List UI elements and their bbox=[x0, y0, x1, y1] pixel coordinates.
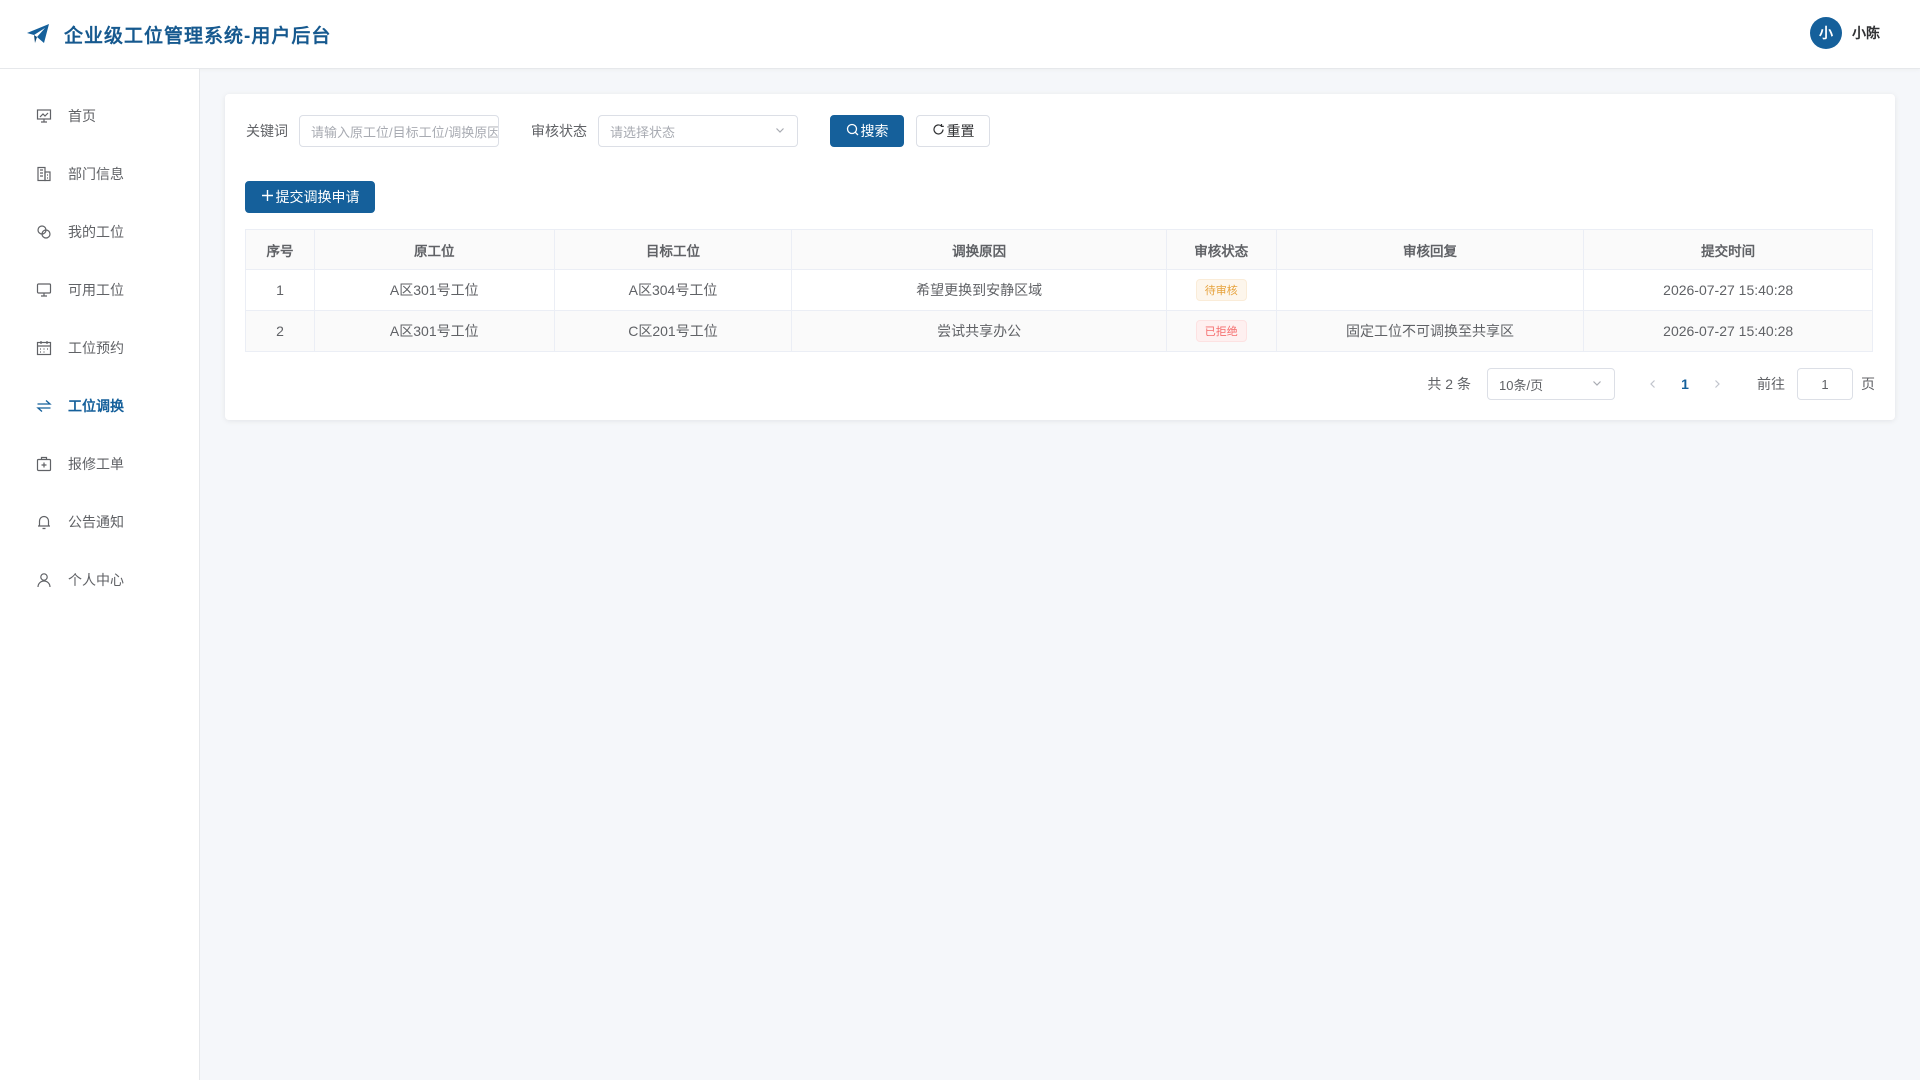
chevron-right-icon bbox=[1715, 380, 1720, 388]
sidebar-item-label: 可用工位 bbox=[68, 282, 124, 298]
sidebar: 首页 部门信息 我的工位 可用工位 工位预约 工位调换 报修工单 公告通知 个人… bbox=[0, 69, 200, 1080]
sidebar-item-seat-swap[interactable]: 工位调换 bbox=[0, 377, 199, 435]
column-header: 审核状态 bbox=[1167, 230, 1277, 269]
table-row[interactable]: 1 A区301号工位 A区304号工位 希望更换到安静区域 待审核 2026-0… bbox=[246, 270, 1872, 311]
status-select[interactable]: 请选择状态 bbox=[598, 115, 798, 147]
keyword-placeholder: 请输入原工位/目标工位/调换原因 bbox=[311, 124, 499, 140]
sidebar-item-home[interactable]: 首页 bbox=[0, 87, 199, 145]
cell-time: 2026-07-27 15:40:28 bbox=[1663, 282, 1794, 298]
seat-icon bbox=[35, 224, 52, 241]
status-badge: 待审核 bbox=[1195, 279, 1247, 301]
user-menu[interactable]: 小 小陈 bbox=[1810, 17, 1880, 49]
goto-page-value: 1 bbox=[1821, 376, 1829, 392]
cell-reason: 尝试共享办公 bbox=[792, 311, 1167, 351]
next-page-button[interactable] bbox=[1701, 368, 1733, 400]
status-placeholder: 请选择状态 bbox=[610, 124, 676, 140]
page-unit-label: 页 bbox=[1861, 376, 1875, 392]
total-count: 共 2 条 bbox=[1427, 376, 1471, 392]
sidebar-item-available-seats[interactable]: 可用工位 bbox=[0, 261, 199, 319]
filter-bar: 关键词 请输入原工位/目标工位/调换原因 审核状态 请选择状态 搜索 重置 bbox=[246, 115, 990, 147]
sidebar-item-label: 公告通知 bbox=[68, 514, 124, 530]
reset-button-label: 重置 bbox=[946, 123, 975, 139]
sidebar-item-department[interactable]: 部门信息 bbox=[0, 145, 199, 203]
sidebar-item-repair[interactable]: 报修工单 bbox=[0, 435, 199, 493]
dashboard-icon bbox=[35, 108, 52, 125]
reset-button[interactable]: 重置 bbox=[916, 115, 990, 147]
repair-kit-icon bbox=[35, 456, 52, 473]
sidebar-item-label: 工位调换 bbox=[68, 398, 124, 414]
cell-status: 已拒绝 bbox=[1167, 311, 1277, 351]
top-header: 企业级工位管理系统-用户后台 小 小陈 bbox=[0, 0, 1920, 69]
status-label: 审核状态 bbox=[531, 123, 587, 139]
swap-icon bbox=[35, 398, 52, 415]
chevron-down-icon bbox=[1591, 377, 1603, 392]
monitor-icon bbox=[35, 282, 52, 299]
keyword-input[interactable]: 请输入原工位/目标工位/调换原因 bbox=[299, 115, 499, 147]
submit-swap-request-button[interactable]: 提交调换申请 bbox=[245, 181, 375, 213]
cell-reply bbox=[1277, 270, 1585, 310]
cell-from-seat: A区301号工位 bbox=[315, 311, 555, 351]
cell-index: 1 bbox=[246, 270, 315, 310]
goto-label: 前往 bbox=[1757, 376, 1785, 392]
chevron-left-icon bbox=[1650, 380, 1655, 388]
sidebar-item-profile[interactable]: 个人中心 bbox=[0, 551, 199, 609]
cell-to-seat: C区201号工位 bbox=[555, 311, 793, 351]
search-button[interactable]: 搜索 bbox=[830, 115, 904, 147]
main-card: 关键词 请输入原工位/目标工位/调换原因 审核状态 请选择状态 搜索 重置 提交… bbox=[225, 94, 1895, 420]
column-header: 目标工位 bbox=[555, 230, 793, 269]
column-header: 原工位 bbox=[315, 230, 555, 269]
pagination: 共 2 条 10条/页 1 前往 1 页 bbox=[1427, 368, 1875, 400]
table-header: 序号 原工位 目标工位 调换原因 审核状态 审核回复 提交时间 bbox=[246, 230, 1872, 270]
sidebar-item-notice[interactable]: 公告通知 bbox=[0, 493, 199, 551]
status-badge: 已拒绝 bbox=[1195, 320, 1247, 342]
sidebar-item-label: 首页 bbox=[68, 108, 96, 124]
app-title: 企业级工位管理系统-用户后台 bbox=[64, 25, 332, 47]
page-size-select[interactable]: 10条/页 bbox=[1487, 368, 1615, 400]
column-header: 调换原因 bbox=[792, 230, 1167, 269]
goto-page-input[interactable]: 1 bbox=[1797, 368, 1853, 400]
cell-time: 2026-07-27 15:40:28 bbox=[1663, 323, 1794, 339]
user-name[interactable]: 小陈 bbox=[1852, 23, 1880, 43]
cell-to-seat: A区304号工位 bbox=[555, 270, 793, 310]
user-icon bbox=[35, 572, 52, 589]
calendar-icon bbox=[35, 340, 52, 357]
swap-requests-table: 序号 原工位 目标工位 调换原因 审核状态 审核回复 提交时间 1 A区301号… bbox=[245, 229, 1873, 352]
submit-swap-request-label: 提交调换申请 bbox=[275, 189, 360, 205]
column-header: 提交时间 bbox=[1701, 243, 1756, 259]
cell-status: 待审核 bbox=[1167, 270, 1277, 310]
sidebar-item-label: 部门信息 bbox=[68, 166, 124, 182]
bell-icon bbox=[35, 514, 52, 531]
page-size-value: 10条/页 bbox=[1499, 377, 1544, 393]
refresh-icon bbox=[932, 123, 947, 139]
cell-reason: 希望更换到安静区域 bbox=[792, 270, 1167, 310]
plus-icon bbox=[261, 189, 276, 205]
sidebar-item-label: 工位预约 bbox=[68, 340, 124, 356]
sidebar-menu: 首页 部门信息 我的工位 可用工位 工位预约 工位调换 报修工单 公告通知 个人… bbox=[0, 69, 199, 609]
column-header: 审核回复 bbox=[1277, 230, 1585, 269]
page-number-current[interactable]: 1 bbox=[1669, 376, 1701, 392]
sidebar-item-label: 报修工单 bbox=[68, 456, 124, 472]
building-icon bbox=[35, 166, 52, 183]
table-row[interactable]: 2 A区301号工位 C区201号工位 尝试共享办公 已拒绝 固定工位不可调换至… bbox=[246, 311, 1872, 352]
search-icon bbox=[846, 123, 861, 139]
paper-plane-icon bbox=[26, 22, 50, 46]
sidebar-item-label: 我的工位 bbox=[68, 224, 124, 240]
sidebar-item-reservation[interactable]: 工位预约 bbox=[0, 319, 199, 377]
cell-index: 2 bbox=[246, 311, 315, 351]
sidebar-item-label: 个人中心 bbox=[68, 572, 124, 588]
column-header: 序号 bbox=[246, 230, 315, 269]
avatar[interactable]: 小 bbox=[1810, 17, 1842, 49]
chevron-down-icon bbox=[774, 124, 786, 139]
keyword-label: 关键词 bbox=[246, 123, 288, 139]
search-button-label: 搜索 bbox=[860, 123, 889, 139]
prev-page-button[interactable] bbox=[1637, 368, 1669, 400]
cell-reply: 固定工位不可调换至共享区 bbox=[1277, 311, 1585, 351]
sidebar-item-my-seat[interactable]: 我的工位 bbox=[0, 203, 199, 261]
cell-from-seat: A区301号工位 bbox=[315, 270, 555, 310]
